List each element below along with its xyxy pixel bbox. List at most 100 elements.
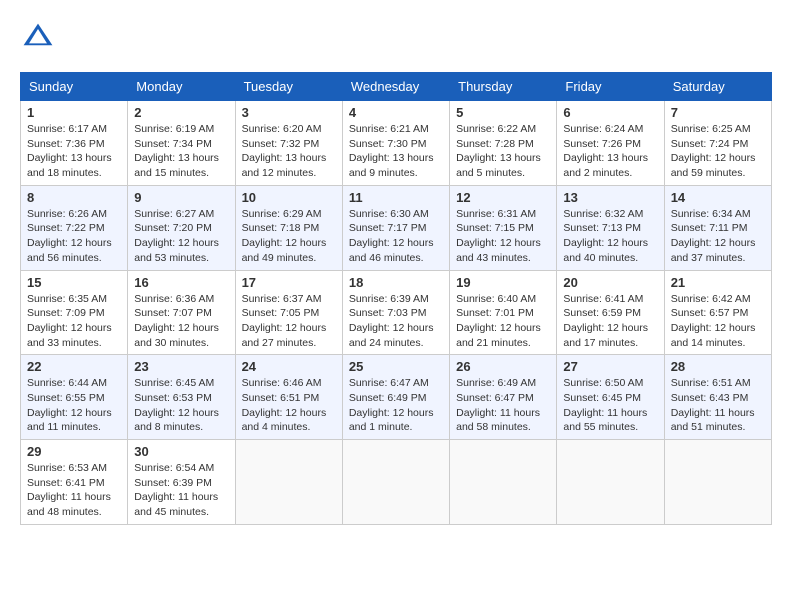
day-info: Sunrise: 6:37 AM Sunset: 7:05 PM Dayligh…: [242, 292, 336, 351]
calendar-cell: 1 Sunrise: 6:17 AM Sunset: 7:36 PM Daylig…: [21, 101, 128, 186]
day-info: Sunrise: 6:25 AM Sunset: 7:24 PM Dayligh…: [671, 122, 765, 181]
calendar-cell: 22 Sunrise: 6:44 AM Sunset: 6:55 PM Dayli…: [21, 355, 128, 440]
day-number: 18: [349, 275, 443, 290]
calendar-cell: 6 Sunrise: 6:24 AM Sunset: 7:26 PM Daylig…: [557, 101, 664, 186]
calendar-cell: 30 Sunrise: 6:54 AM Sunset: 6:39 PM Dayli…: [128, 440, 235, 525]
day-info: Sunrise: 6:29 AM Sunset: 7:18 PM Dayligh…: [242, 207, 336, 266]
day-info: Sunrise: 6:32 AM Sunset: 7:13 PM Dayligh…: [563, 207, 657, 266]
calendar-week-row: 15 Sunrise: 6:35 AM Sunset: 7:09 PM Dayli…: [21, 270, 772, 355]
calendar-cell: 25Sunrise: 6:47 AM Sunset: 6:49 PM Dayli…: [342, 355, 449, 440]
day-info: Sunrise: 6:49 AM Sunset: 6:47 PM Dayligh…: [456, 376, 550, 435]
day-info: Sunrise: 6:26 AM Sunset: 7:22 PM Dayligh…: [27, 207, 121, 266]
calendar-cell: 3 Sunrise: 6:20 AM Sunset: 7:32 PM Daylig…: [235, 101, 342, 186]
day-info: Sunrise: 6:36 AM Sunset: 7:07 PM Dayligh…: [134, 292, 228, 351]
calendar-cell: 28Sunrise: 6:51 AM Sunset: 6:43 PM Dayli…: [664, 355, 771, 440]
day-number: 29: [27, 444, 121, 459]
day-info: Sunrise: 6:27 AM Sunset: 7:20 PM Dayligh…: [134, 207, 228, 266]
calendar-table: SundayMondayTuesdayWednesdayThursdayFrid…: [20, 72, 772, 525]
logo: [20, 20, 60, 56]
day-info: Sunrise: 6:51 AM Sunset: 6:43 PM Dayligh…: [671, 376, 765, 435]
calendar-cell: [557, 440, 664, 525]
day-info: Sunrise: 6:21 AM Sunset: 7:30 PM Dayligh…: [349, 122, 443, 181]
day-number: 7: [671, 105, 765, 120]
calendar-cell: 9Sunrise: 6:27 AM Sunset: 7:20 PM Daylig…: [128, 185, 235, 270]
day-info: Sunrise: 6:34 AM Sunset: 7:11 PM Dayligh…: [671, 207, 765, 266]
day-number: 13: [563, 190, 657, 205]
day-number: 1: [27, 105, 121, 120]
calendar-cell: 16 Sunrise: 6:36 AM Sunset: 7:07 PM Dayli…: [128, 270, 235, 355]
day-info: Sunrise: 6:17 AM Sunset: 7:36 PM Dayligh…: [27, 122, 121, 181]
day-info: Sunrise: 6:31 AM Sunset: 7:15 PM Dayligh…: [456, 207, 550, 266]
day-number: 22: [27, 359, 121, 374]
day-number: 17: [242, 275, 336, 290]
calendar-cell: 23 Sunrise: 6:45 AM Sunset: 6:53 PM Dayli…: [128, 355, 235, 440]
day-number: 19: [456, 275, 550, 290]
calendar-cell: 4 Sunrise: 6:21 AM Sunset: 7:30 PM Daylig…: [342, 101, 449, 186]
day-number: 12: [456, 190, 550, 205]
calendar-cell: 18Sunrise: 6:39 AM Sunset: 7:03 PM Dayli…: [342, 270, 449, 355]
day-info: Sunrise: 6:24 AM Sunset: 7:26 PM Dayligh…: [563, 122, 657, 181]
day-number: 30: [134, 444, 228, 459]
calendar-cell: 8 Sunrise: 6:26 AM Sunset: 7:22 PM Daylig…: [21, 185, 128, 270]
calendar-cell: 10 Sunrise: 6:29 AM Sunset: 7:18 PM Dayli…: [235, 185, 342, 270]
col-header-tuesday: Tuesday: [235, 73, 342, 101]
day-number: 11: [349, 190, 443, 205]
calendar-cell: 19 Sunrise: 6:40 AM Sunset: 7:01 PM Dayli…: [450, 270, 557, 355]
day-number: 10: [242, 190, 336, 205]
calendar-cell: 26 Sunrise: 6:49 AM Sunset: 6:47 PM Dayli…: [450, 355, 557, 440]
day-number: 14: [671, 190, 765, 205]
calendar-week-row: 22 Sunrise: 6:44 AM Sunset: 6:55 PM Dayli…: [21, 355, 772, 440]
col-header-monday: Monday: [128, 73, 235, 101]
calendar-cell: 12 Sunrise: 6:31 AM Sunset: 7:15 PM Dayli…: [450, 185, 557, 270]
day-info: Sunrise: 6:54 AM Sunset: 6:39 PM Dayligh…: [134, 461, 228, 520]
day-number: 6: [563, 105, 657, 120]
calendar-cell: 29 Sunrise: 6:53 AM Sunset: 6:41 PM Dayli…: [21, 440, 128, 525]
day-info: Sunrise: 6:45 AM Sunset: 6:53 PM Dayligh…: [134, 376, 228, 435]
day-number: 15: [27, 275, 121, 290]
day-number: 26: [456, 359, 550, 374]
day-info: Sunrise: 6:53 AM Sunset: 6:41 PM Dayligh…: [27, 461, 121, 520]
calendar-cell: 14 Sunrise: 6:34 AM Sunset: 7:11 PM Dayli…: [664, 185, 771, 270]
calendar-cell: 11 Sunrise: 6:30 AM Sunset: 7:17 PM Dayli…: [342, 185, 449, 270]
day-number: 4: [349, 105, 443, 120]
day-info: Sunrise: 6:22 AM Sunset: 7:28 PM Dayligh…: [456, 122, 550, 181]
col-header-wednesday: Wednesday: [342, 73, 449, 101]
calendar-cell: 24Sunrise: 6:46 AM Sunset: 6:51 PM Dayli…: [235, 355, 342, 440]
calendar-cell: 21 Sunrise: 6:42 AM Sunset: 6:57 PM Dayli…: [664, 270, 771, 355]
calendar-cell: 20 Sunrise: 6:41 AM Sunset: 6:59 PM Dayli…: [557, 270, 664, 355]
day-number: 8: [27, 190, 121, 205]
calendar-cell: 13 Sunrise: 6:32 AM Sunset: 7:13 PM Dayli…: [557, 185, 664, 270]
col-header-friday: Friday: [557, 73, 664, 101]
day-info: Sunrise: 6:50 AM Sunset: 6:45 PM Dayligh…: [563, 376, 657, 435]
day-info: Sunrise: 6:47 AM Sunset: 6:49 PM Dayligh…: [349, 376, 443, 435]
day-number: 5: [456, 105, 550, 120]
day-number: 3: [242, 105, 336, 120]
day-number: 23: [134, 359, 228, 374]
calendar-cell: 17 Sunrise: 6:37 AM Sunset: 7:05 PM Dayli…: [235, 270, 342, 355]
calendar-cell: 2 Sunrise: 6:19 AM Sunset: 7:34 PM Daylig…: [128, 101, 235, 186]
calendar-cell: [450, 440, 557, 525]
calendar-week-row: 29 Sunrise: 6:53 AM Sunset: 6:41 PM Dayli…: [21, 440, 772, 525]
day-number: 16: [134, 275, 228, 290]
calendar-cell: 7 Sunrise: 6:25 AM Sunset: 7:24 PM Daylig…: [664, 101, 771, 186]
day-info: Sunrise: 6:40 AM Sunset: 7:01 PM Dayligh…: [456, 292, 550, 351]
calendar-cell: 5 Sunrise: 6:22 AM Sunset: 7:28 PM Daylig…: [450, 101, 557, 186]
day-info: Sunrise: 6:42 AM Sunset: 6:57 PM Dayligh…: [671, 292, 765, 351]
day-number: 27: [563, 359, 657, 374]
calendar-cell: [664, 440, 771, 525]
day-info: Sunrise: 6:30 AM Sunset: 7:17 PM Dayligh…: [349, 207, 443, 266]
calendar-cell: 27 Sunrise: 6:50 AM Sunset: 6:45 PM Dayli…: [557, 355, 664, 440]
col-header-sunday: Sunday: [21, 73, 128, 101]
day-number: 24: [242, 359, 336, 374]
day-info: Sunrise: 6:20 AM Sunset: 7:32 PM Dayligh…: [242, 122, 336, 181]
day-info: Sunrise: 6:41 AM Sunset: 6:59 PM Dayligh…: [563, 292, 657, 351]
day-info: Sunrise: 6:35 AM Sunset: 7:09 PM Dayligh…: [27, 292, 121, 351]
logo-icon: [20, 20, 56, 56]
day-number: 21: [671, 275, 765, 290]
day-number: 20: [563, 275, 657, 290]
day-number: 2: [134, 105, 228, 120]
day-info: Sunrise: 6:44 AM Sunset: 6:55 PM Dayligh…: [27, 376, 121, 435]
calendar-week-row: 1 Sunrise: 6:17 AM Sunset: 7:36 PM Daylig…: [21, 101, 772, 186]
header: [20, 20, 772, 56]
day-info: Sunrise: 6:19 AM Sunset: 7:34 PM Dayligh…: [134, 122, 228, 181]
